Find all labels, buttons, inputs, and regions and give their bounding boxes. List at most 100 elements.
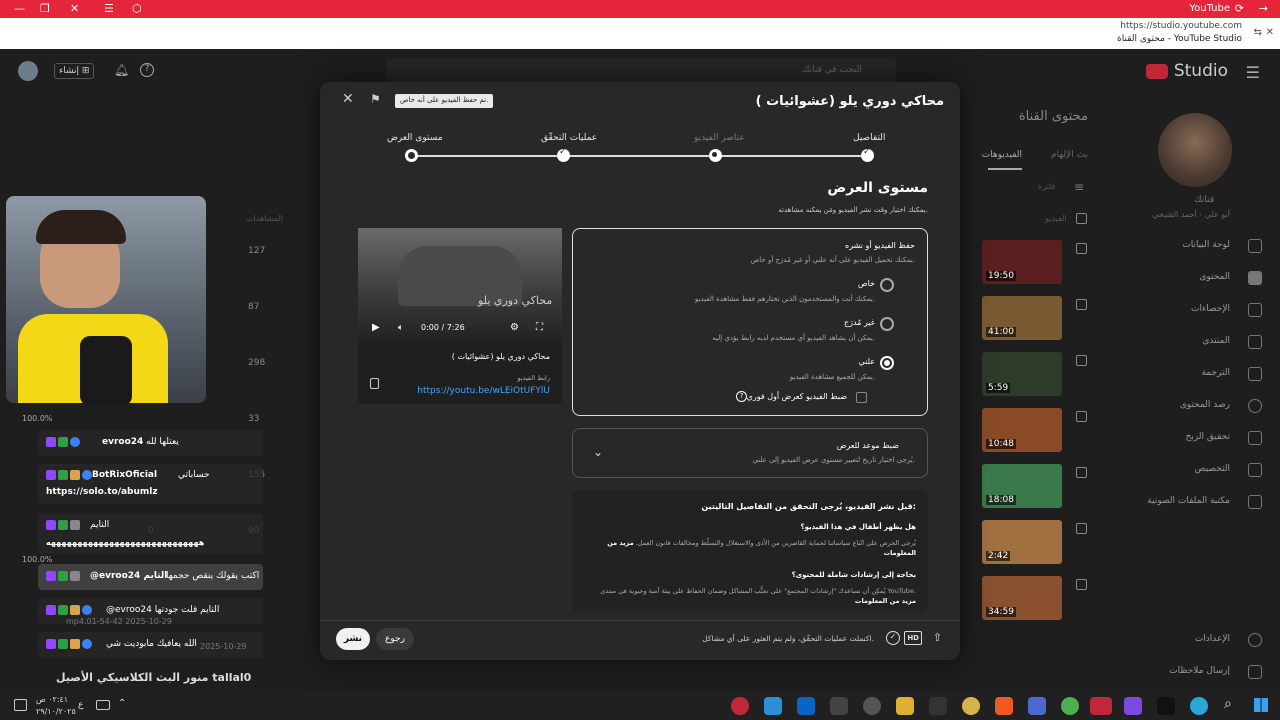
step-video-elements[interactable]: عناصر الفيديو <box>694 133 745 143</box>
chevron-down-icon[interactable]: ⌄ <box>593 445 603 459</box>
sidebar-item-audio-library[interactable]: مكتبة الملفات الصوتية <box>1147 496 1230 506</box>
settings-icon[interactable]: ⚙ <box>510 322 519 333</box>
help-icon[interactable]: ? <box>140 63 154 77</box>
row-checkbox[interactable] <box>1076 579 1087 590</box>
sidebar-item-copyright[interactable]: رصد المحتوى <box>1180 400 1230 410</box>
publish-button[interactable]: نشر <box>336 628 370 650</box>
settings-app-icon[interactable] <box>830 697 848 715</box>
chrome-icon[interactable] <box>1061 697 1079 715</box>
edge-icon[interactable] <box>1190 697 1208 715</box>
app-icon[interactable] <box>962 697 980 715</box>
step-checks[interactable]: عمليات التحقّق <box>541 133 597 143</box>
select-all-checkbox[interactable] <box>1076 213 1087 224</box>
volume-icon[interactable]: 🔈︎ <box>398 323 403 333</box>
video-player[interactable]: محاكي دوري يلو ▶ 🔈︎ 0:00 / 7:26 ⚙ ⛶ <box>358 228 562 342</box>
step-details[interactable]: التفاصيل <box>853 133 885 143</box>
youtube-icon[interactable] <box>1090 697 1112 715</box>
play-icon[interactable]: ▶ <box>372 322 380 333</box>
discord-icon[interactable] <box>1124 697 1142 715</box>
chat-link[interactable]: https://solo.to/abumlz <box>46 487 158 497</box>
share-icon[interactable]: ⇆ <box>1254 27 1262 38</box>
tab-inspiration[interactable]: بث الإلهام <box>1051 150 1088 160</box>
close-url-icon[interactable]: ✕ <box>1266 27 1274 38</box>
schedule-panel[interactable]: ضبط موعد للعرض يُرجى اختيار تاريخ لتغيير… <box>572 428 928 478</box>
avatar[interactable] <box>18 61 38 81</box>
fullscreen-icon[interactable]: ⛶ <box>536 322 543 333</box>
menu-icon[interactable]: ☰ <box>104 2 114 15</box>
upload-icon[interactable]: ⇧ <box>933 631 942 644</box>
back-button[interactable]: رجوع <box>376 628 414 650</box>
row-checkbox[interactable] <box>1076 411 1087 422</box>
notifications-icon[interactable]: 🔔︎ <box>114 63 129 77</box>
studio-logo[interactable]: Studio <box>1146 61 1228 81</box>
twitter-icon[interactable] <box>764 697 782 715</box>
learn-more-link-2[interactable]: مزيد من المعلومات <box>855 597 916 605</box>
video-thumbnail[interactable]: 5:59 <box>982 352 1062 396</box>
clock-date[interactable]: ٢٩/١٠/٢٠٢٥ <box>36 707 76 716</box>
recorder-icon[interactable] <box>731 697 749 715</box>
minimize-icon[interactable]: — <box>14 2 25 15</box>
report-icon[interactable]: ⚑ <box>370 92 381 106</box>
windows-start-icon[interactable] <box>1254 698 1268 712</box>
sidebar-item-analytics[interactable]: الإحصاءات <box>1191 304 1230 314</box>
step-visibility[interactable]: مستوى العرض <box>387 133 443 143</box>
premiere-label[interactable]: ضبط الفيديو كعرض أول فوري <box>747 392 847 401</box>
close-icon[interactable]: ✕ <box>70 2 79 15</box>
forward-icon[interactable]: → <box>1259 2 1268 15</box>
radio-public[interactable] <box>880 356 894 370</box>
sidebar-item-feedback[interactable]: إرسال ملاحظات <box>1169 666 1230 676</box>
keyboard-icon[interactable] <box>96 700 110 710</box>
video-thumbnail[interactable]: 19:50 <box>982 240 1062 284</box>
tiktok-icon[interactable] <box>1157 697 1175 715</box>
search-input[interactable]: البحث في قناتك <box>386 59 896 83</box>
premiere-checkbox[interactable] <box>856 392 867 403</box>
option-public-label[interactable]: علني <box>858 357 875 366</box>
row-checkbox[interactable] <box>1076 299 1087 310</box>
help-icon[interactable]: ? <box>736 391 747 402</box>
sidebar-item-settings[interactable]: الإعدادات <box>1195 634 1230 644</box>
sidebar-item-subtitles[interactable]: الترجمة <box>1201 368 1230 378</box>
outlook-icon[interactable] <box>797 697 815 715</box>
row-checkbox[interactable] <box>1076 243 1087 254</box>
restore-icon[interactable]: ❐ <box>40 2 50 15</box>
radio-unlisted[interactable] <box>880 317 894 331</box>
option-unlisted-label[interactable]: غير مُدرَج <box>844 318 875 327</box>
row-checkbox[interactable] <box>1076 355 1087 366</box>
video-thumbnail[interactable]: 18:08 <box>982 464 1062 508</box>
video-thumbnail[interactable]: 10:48 <box>982 408 1062 452</box>
reload-icon[interactable]: ⟳ <box>1235 2 1244 15</box>
tab-videos[interactable]: الفيديوهات <box>982 150 1022 160</box>
sidebar-item-earn[interactable]: تحقيق الربح <box>1186 432 1230 442</box>
create-button[interactable]: إنشاء ⊞ <box>54 63 95 79</box>
video-thumbnail[interactable]: 2:42 <box>982 520 1062 564</box>
chevron-up-icon[interactable]: ⌃ <box>118 698 126 709</box>
extensions-icon[interactable]: ⬡ <box>132 2 142 15</box>
obs-icon[interactable] <box>863 697 881 715</box>
brave-icon[interactable] <box>995 697 1013 715</box>
video-link[interactable]: https://youtu.be/wLEiOtUFYlU <box>417 386 550 396</box>
sidebar-item-content[interactable]: المحتوى <box>1199 272 1230 282</box>
language-indicator[interactable]: ع <box>78 700 83 710</box>
search-icon[interactable]: ⌕ <box>1224 696 1232 712</box>
clock-time[interactable]: ٠٢:٤١ ص <box>36 695 68 704</box>
notifications-icon[interactable] <box>14 699 27 711</box>
sidebar-item-customization[interactable]: التخصيص <box>1195 464 1230 474</box>
row-checkbox[interactable] <box>1076 523 1087 534</box>
copy-icon[interactable] <box>370 378 379 389</box>
video-thumbnail[interactable]: 34:59 <box>982 576 1062 620</box>
channel-avatar[interactable] <box>1158 113 1232 187</box>
row-checkbox[interactable] <box>1076 467 1087 478</box>
file-explorer-icon[interactable] <box>896 697 914 715</box>
hamburger-icon[interactable]: ☰ <box>1246 63 1260 82</box>
close-dialog-icon[interactable]: ✕ <box>342 91 354 107</box>
video-thumbnail[interactable]: 41:00 <box>982 296 1062 340</box>
store-icon[interactable] <box>1028 697 1046 715</box>
option-private-label[interactable]: خاص <box>858 279 875 288</box>
filter-icon[interactable]: ≡ <box>1074 180 1084 194</box>
address-bar[interactable]: https://studio.youtube.com محتوى القناة … <box>0 18 1280 49</box>
url-text[interactable]: https://studio.youtube.com <box>1120 21 1242 31</box>
epic-games-icon[interactable] <box>929 697 947 715</box>
sidebar-item-community[interactable]: المنتدى <box>1202 336 1230 346</box>
radio-private[interactable] <box>880 278 894 292</box>
sidebar-item-dashboard[interactable]: لوحة البيانات <box>1182 240 1230 250</box>
